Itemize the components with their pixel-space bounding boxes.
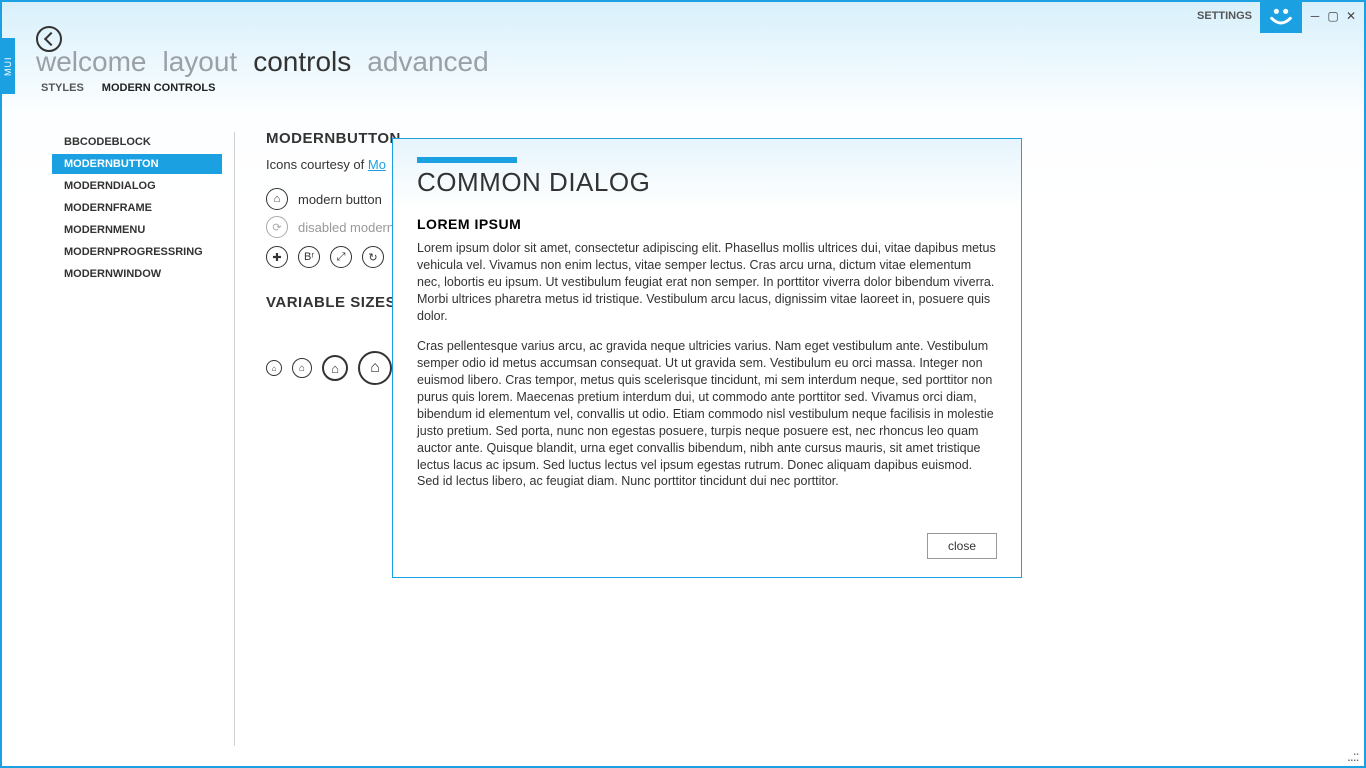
subnav-styles[interactable]: STYLES	[41, 82, 84, 94]
dialog-subtitle: LOREM IPSUM	[417, 216, 997, 232]
home-icon-sm[interactable]: ⌂	[292, 358, 312, 378]
nav-welcome[interactable]: welcome	[36, 46, 146, 78]
sidebar-item-modernprogressring[interactable]: MODERNPROGRESSRING	[52, 242, 222, 262]
sidebar: BBCODEBLOCK MODERNBUTTON MODERNDIALOG MO…	[52, 132, 222, 286]
button-label-enabled: modern button	[298, 192, 382, 207]
dialog-title: COMMON DIALOG	[417, 167, 997, 198]
resize-grip-icon[interactable]: ..::	[1347, 750, 1361, 764]
sidebar-item-moderndialog[interactable]: MODERNDIALOG	[52, 176, 222, 196]
redo-icon[interactable]: ↻	[362, 246, 384, 268]
dialog-accent-bar	[417, 157, 517, 163]
sidebar-item-modernbutton[interactable]: MODERNBUTTON	[52, 154, 222, 174]
add-icon[interactable]: ✚	[266, 246, 288, 268]
credits-prefix: Icons courtesy of	[266, 157, 368, 172]
window-controls: ─ ▢ ✕	[1308, 9, 1364, 23]
titlebar: SETTINGS ─ ▢ ✕	[1197, 2, 1364, 30]
dialog-paragraph-1: Lorem ipsum dolor sit amet, consectetur …	[417, 240, 997, 324]
sidebar-item-modernmenu[interactable]: MODERNMENU	[52, 220, 222, 240]
expand-icon[interactable]: ⤢	[330, 246, 352, 268]
home-icon[interactable]: ⌂	[266, 188, 288, 210]
credits-link[interactable]: Mo	[368, 157, 386, 172]
button-label-disabled: disabled modern	[298, 220, 394, 235]
app-window: MUI SETTINGS ─ ▢ ✕ welcome layout contro…	[0, 0, 1366, 768]
nav-advanced[interactable]: advanced	[367, 46, 488, 78]
dialog-footer: close	[927, 533, 997, 559]
home-icon-xs[interactable]: ⌂	[266, 360, 282, 376]
home-icon-lg[interactable]: ⌂	[358, 351, 392, 385]
sidebar-item-modernframe[interactable]: MODERNFRAME	[52, 198, 222, 218]
sidebar-item-bbcodeblock[interactable]: BBCODEBLOCK	[52, 132, 222, 152]
close-button[interactable]: ✕	[1344, 9, 1358, 23]
refresh-icon: ⟳	[266, 216, 288, 238]
minimize-button[interactable]: ─	[1308, 9, 1322, 23]
dialog-close-button[interactable]: close	[927, 533, 997, 559]
modal-dialog: COMMON DIALOG LOREM IPSUM Lorem ipsum do…	[392, 138, 1022, 578]
br-icon[interactable]: Bʳ	[298, 246, 320, 268]
nav-controls[interactable]: controls	[253, 46, 351, 78]
sub-nav: STYLES MODERN CONTROLS	[41, 82, 215, 94]
main-nav: welcome layout controls advanced	[36, 46, 489, 78]
mui-badge: MUI	[1, 38, 15, 94]
app-logo-icon	[1260, 0, 1302, 33]
home-icon-md[interactable]: ⌂	[322, 355, 348, 381]
smiley-icon	[1267, 2, 1295, 30]
settings-link[interactable]: SETTINGS	[1197, 10, 1252, 22]
vertical-divider	[234, 132, 235, 746]
dialog-paragraph-2: Cras pellentesque varius arcu, ac gravid…	[417, 338, 997, 490]
restore-button[interactable]: ▢	[1326, 9, 1340, 23]
nav-layout[interactable]: layout	[162, 46, 237, 78]
sidebar-item-modernwindow[interactable]: MODERNWINDOW	[52, 264, 222, 284]
subnav-modern-controls[interactable]: MODERN CONTROLS	[102, 82, 216, 94]
